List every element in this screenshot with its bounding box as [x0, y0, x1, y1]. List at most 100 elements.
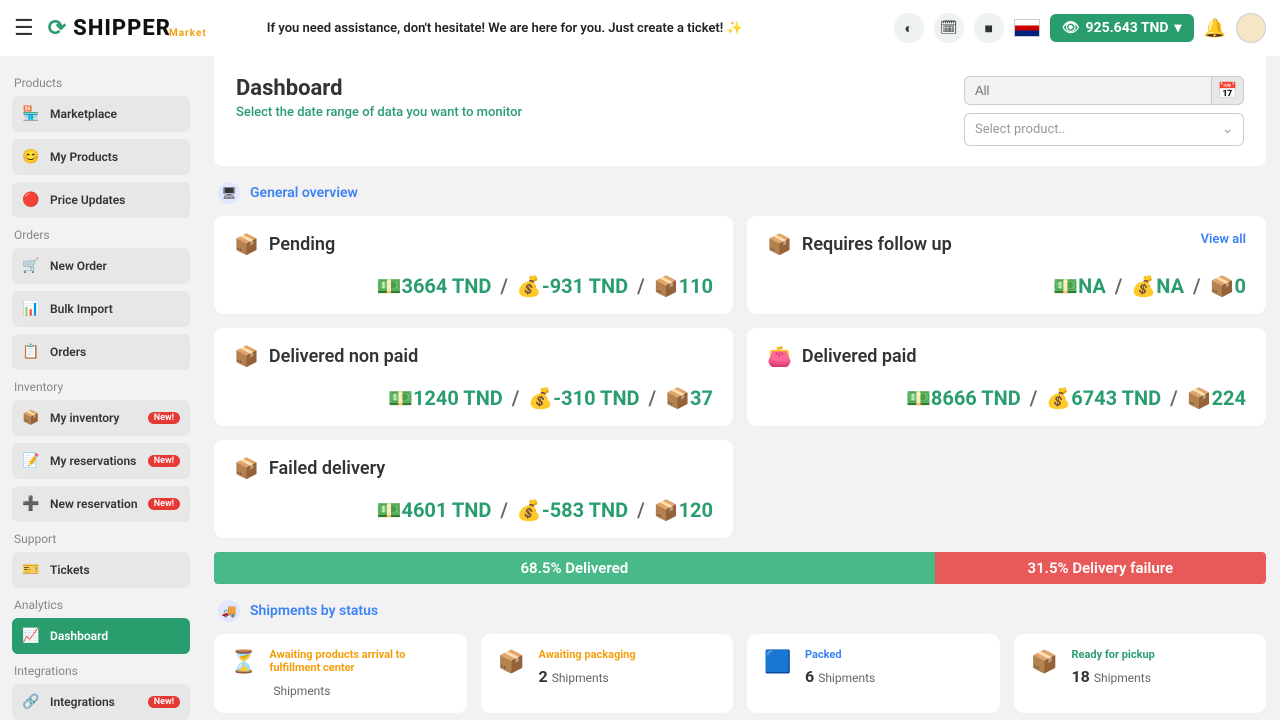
money-bag-icon: 💰: [1046, 386, 1071, 410]
balance-amount: 925.643 TND: [1086, 20, 1169, 36]
new-badge: New!: [148, 696, 180, 708]
section-analytics: Analytics: [14, 598, 190, 612]
box-icon: 📦: [654, 274, 679, 298]
section-orders: Orders: [14, 228, 190, 242]
dashboard-icon: 📈: [22, 627, 40, 645]
money-icon: 💵: [906, 386, 931, 410]
card-failed-delivery[interactable]: 📦Failed delivery 💵4601 TND / 💰-583 TND /…: [214, 440, 733, 538]
delivered-nonpaid-icon: 📦: [234, 344, 259, 368]
sidebar-item-new-order[interactable]: 🛒New Order: [12, 248, 190, 284]
calendar-icon[interactable]: 📅: [1212, 76, 1244, 105]
section-products: Products: [14, 76, 190, 90]
packaging-icon: 📦: [497, 648, 527, 699]
failed-icon: 📦: [234, 456, 259, 480]
new-order-icon: 🛒: [22, 257, 40, 275]
date-range-input[interactable]: [964, 76, 1212, 105]
sidebar: Products 🏪Marketplace 😊My Products 🔴Pric…: [0, 56, 200, 720]
new-badge: New!: [148, 498, 180, 510]
price-updates-icon: 🔴: [22, 191, 40, 209]
products-icon: 😊: [22, 148, 40, 166]
product-select[interactable]: Select product.. ⌄: [964, 113, 1244, 146]
theme-toggle-icon[interactable]: ◐: [894, 13, 924, 43]
shipments-title: Shipments by status: [250, 603, 378, 619]
new-badge: New!: [148, 455, 180, 467]
money-bag-icon: 💰: [517, 498, 542, 522]
section-integrations: Integrations: [14, 664, 190, 678]
sidebar-item-orders[interactable]: 📋Orders: [12, 334, 190, 370]
packed-icon: 🟦: [763, 648, 793, 699]
new-reservation-icon: ➕: [22, 495, 40, 513]
box-icon: 📦: [665, 386, 690, 410]
sidebar-item-dashboard[interactable]: 📈Dashboard: [12, 618, 190, 654]
avatar[interactable]: [1236, 13, 1266, 43]
menu-toggle-icon[interactable]: ☰: [14, 16, 34, 41]
card-followup[interactable]: 📦Requires follow up View all 💵NA / 💰NA /…: [747, 216, 1266, 314]
integrations-icon: 🔗: [22, 693, 40, 711]
orders-icon: 📋: [22, 343, 40, 361]
box-icon: 📦: [1187, 386, 1212, 410]
pending-icon: 📦: [234, 232, 259, 256]
logo-text: SHIPPER: [73, 16, 171, 41]
logo-icon: ⟳: [48, 16, 67, 41]
page-subtitle: Select the date range of data you want t…: [236, 105, 522, 120]
progress-delivered: 68.5% Delivered: [214, 552, 935, 584]
tickets-icon: 🎫: [22, 561, 40, 579]
progress-failure: 31.5% Delivery failure: [935, 552, 1266, 584]
wallet-icon: 👛: [767, 344, 792, 368]
shipments-icon: 🚚: [218, 600, 240, 622]
sidebar-item-marketplace[interactable]: 🏪Marketplace: [12, 96, 190, 132]
hourglass-icon: ⏳: [230, 648, 257, 699]
sidebar-item-my-inventory[interactable]: 📦My inventoryNew!: [12, 400, 190, 436]
language-flag[interactable]: [1014, 19, 1040, 37]
video-icon[interactable]: ■: [974, 13, 1004, 43]
header-card: Dashboard Select the date range of data …: [214, 56, 1266, 166]
ship-card-packed[interactable]: 🟦 Packed 6Shipments: [747, 634, 1000, 713]
sidebar-item-price-updates[interactable]: 🔴Price Updates: [12, 182, 190, 218]
eye-icon: 👁: [1062, 20, 1080, 36]
money-icon: 💵: [377, 274, 402, 298]
main-content: Dashboard Select the date range of data …: [200, 56, 1280, 720]
overview-icon: 🖥: [218, 182, 240, 204]
card-delivered-paid[interactable]: 👛Delivered paid 💵8666 TND / 💰6743 TND / …: [747, 328, 1266, 426]
money-icon: 💵: [388, 386, 413, 410]
chevron-down-icon: ▾: [1175, 20, 1182, 36]
sidebar-item-my-products[interactable]: 😊My Products: [12, 139, 190, 175]
followup-icon: 📦: [767, 232, 792, 256]
section-support: Support: [14, 532, 190, 546]
tagline: If you need assistance, don't hesitate! …: [267, 21, 743, 36]
notifications-icon[interactable]: 🔔: [1204, 18, 1226, 39]
ship-card-ready[interactable]: 📦 Ready for pickup 18Shipments: [1014, 634, 1267, 713]
money-icon: 💵: [1053, 274, 1078, 298]
sidebar-item-my-reservations[interactable]: 📝My reservationsNew!: [12, 443, 190, 479]
calculator-icon[interactable]: 🗓: [934, 13, 964, 43]
chevron-down-icon: ⌄: [1222, 122, 1233, 137]
sidebar-item-new-reservation[interactable]: ➕New reservationNew!: [12, 486, 190, 522]
ship-card-awaiting[interactable]: ⏳ Awaiting products arrival to fulfillme…: [214, 634, 467, 713]
balance-button[interactable]: 👁 925.643 TND ▾: [1050, 14, 1194, 42]
ready-icon: 📦: [1030, 648, 1060, 699]
sidebar-item-tickets[interactable]: 🎫Tickets: [12, 552, 190, 588]
inventory-icon: 📦: [22, 409, 40, 427]
box-icon: 📦: [654, 498, 679, 522]
card-delivered-non-paid[interactable]: 📦Delivered non paid 💵1240 TND / 💰-310 TN…: [214, 328, 733, 426]
logo-subtext: Market: [169, 28, 207, 39]
view-all-link[interactable]: View all: [1201, 232, 1246, 247]
page-title: Dashboard: [236, 76, 522, 101]
box-icon: 📦: [1210, 274, 1235, 298]
card-pending[interactable]: 📦Pending 💵3664 TND / 💰-931 TND / 📦110: [214, 216, 733, 314]
new-badge: New!: [148, 412, 180, 424]
ship-card-packaging[interactable]: 📦 Awaiting packaging 2Shipments: [481, 634, 734, 713]
money-bag-icon: 💰: [1131, 274, 1156, 298]
overview-title: General overview: [250, 185, 358, 201]
product-select-placeholder: Select product..: [975, 122, 1065, 137]
sidebar-item-integrations[interactable]: 🔗IntegrationsNew!: [12, 684, 190, 720]
reservations-icon: 📝: [22, 452, 40, 470]
money-icon: 💵: [377, 498, 402, 522]
section-inventory: Inventory: [14, 380, 190, 394]
logo[interactable]: ⟳ SHIPPER Market: [48, 16, 207, 41]
money-bag-icon: 💰: [528, 386, 553, 410]
bulk-import-icon: 📊: [22, 300, 40, 318]
sidebar-item-bulk-import[interactable]: 📊Bulk Import: [12, 291, 190, 327]
money-bag-icon: 💰: [517, 274, 542, 298]
marketplace-icon: 🏪: [22, 105, 40, 123]
